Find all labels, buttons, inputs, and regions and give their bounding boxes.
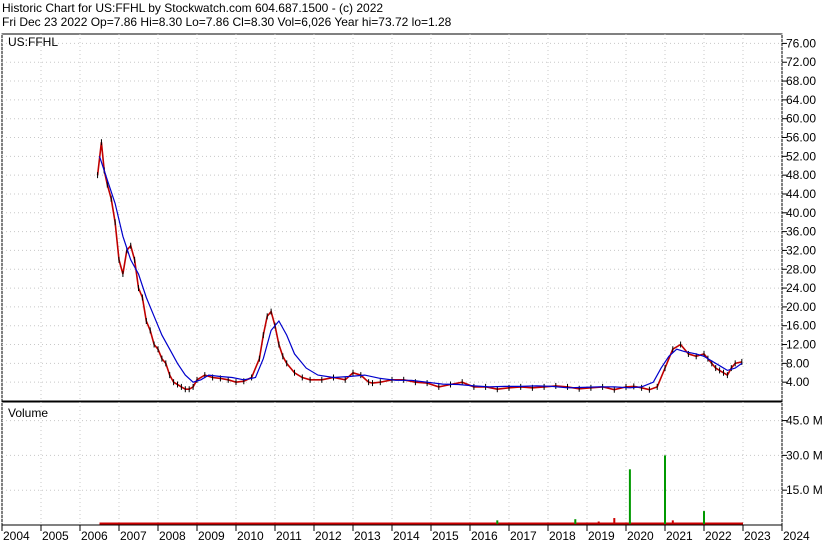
x-tick-label: 2004	[3, 529, 30, 543]
x-tick-label: 2022	[705, 529, 732, 543]
x-tick-label: 2023	[744, 529, 771, 543]
x-tick-label: 2007	[120, 529, 147, 543]
price-tick-label: 4.00	[786, 375, 810, 389]
price-tick-label: 40.00	[786, 206, 816, 220]
price-tick-label: 24.00	[786, 281, 816, 295]
price-tick-label: 32.00	[786, 243, 816, 257]
price-tick-label: 8.00	[786, 356, 810, 370]
x-tick-label: 2024	[783, 529, 810, 543]
x-tick-label: 2013	[354, 529, 381, 543]
volume-tick-label: 30.0 M	[786, 448, 823, 462]
x-tick-label: 2021	[666, 529, 693, 543]
x-tick-label: 2016	[471, 529, 498, 543]
volume-tick-label: 45.0 M	[786, 414, 823, 428]
x-tick-label: 2014	[393, 529, 420, 543]
x-tick-label: 2019	[588, 529, 615, 543]
price-tick-label: 20.00	[786, 300, 816, 314]
price-tick-label: 56.00	[786, 131, 816, 145]
price-tick-label: 12.00	[786, 338, 816, 352]
price-tick-label: 36.00	[786, 225, 816, 239]
price-tick-label: 72.00	[786, 55, 816, 69]
price-tick-label: 60.00	[786, 112, 816, 126]
x-tick-label: 2005	[42, 529, 69, 543]
symbol-label: US:FFHL	[8, 35, 58, 49]
x-tick-label: 2017	[510, 529, 537, 543]
price-tick-label: 16.00	[786, 319, 816, 333]
x-tick-label: 2006	[81, 529, 108, 543]
price-tick-label: 48.00	[786, 168, 816, 182]
volume-label: Volume	[8, 406, 48, 420]
x-tick-label: 2009	[198, 529, 225, 543]
x-tick-label: 2010	[237, 529, 264, 543]
volume-tick-label: 15.0 M	[786, 483, 823, 497]
x-tick-label: 2020	[627, 529, 654, 543]
price-tick-label: 76.00	[786, 36, 816, 50]
x-tick-label: 2011	[276, 529, 302, 543]
price-tick-label: 28.00	[786, 262, 816, 276]
x-tick-label: 2008	[159, 529, 186, 543]
price-tick-label: 44.00	[786, 187, 816, 201]
price-tick-label: 52.00	[786, 149, 816, 163]
price-tick-label: 64.00	[786, 93, 816, 107]
x-tick-label: 2018	[549, 529, 576, 543]
historic-stock-chart: 2004 2005 2006 2007 2008 2009 2010 2011 2012 2013…	[1, 33, 823, 543]
x-tick-label: 2015	[432, 529, 459, 543]
x-tick-label: 2012	[315, 529, 342, 543]
price-tick-label: 68.00	[786, 74, 816, 88]
